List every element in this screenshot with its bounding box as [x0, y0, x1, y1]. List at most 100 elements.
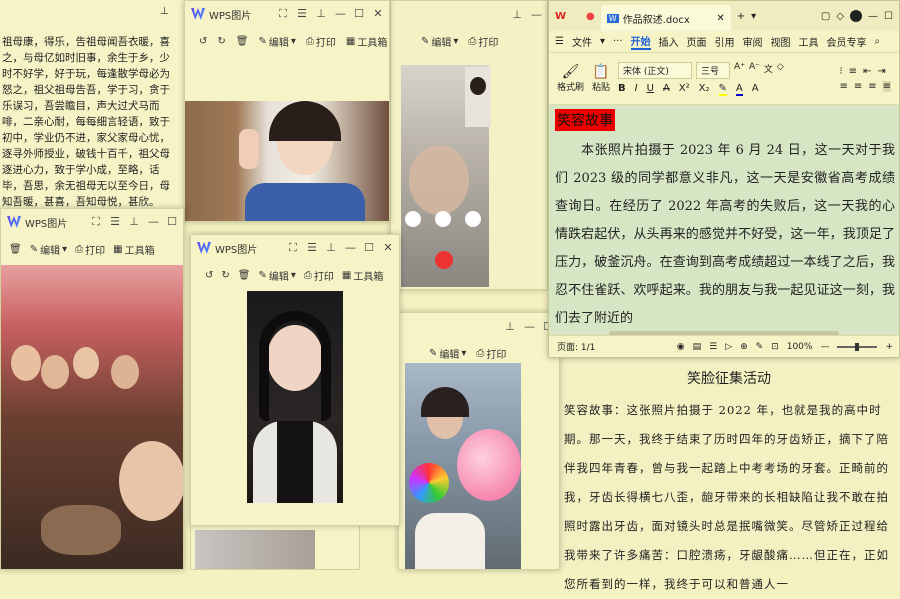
- zoom-level[interactable]: 100%: [787, 342, 813, 352]
- tab-references[interactable]: 引用: [715, 34, 735, 49]
- cube-icon[interactable]: ◇: [836, 11, 844, 22]
- layout-icon[interactable]: ▢: [821, 11, 830, 22]
- underline-icon[interactable]: U: [647, 83, 654, 96]
- bullets-icon[interactable]: ⁝: [839, 66, 842, 77]
- tab-view[interactable]: 视图: [771, 34, 791, 49]
- menu-icon[interactable]: ☰: [110, 215, 120, 229]
- clear-format-icon[interactable]: ◇: [777, 62, 784, 79]
- close-icon[interactable]: ✕: [373, 7, 383, 21]
- grow-font-icon[interactable]: A⁺: [734, 62, 745, 79]
- pen-icon[interactable]: ✎: [756, 342, 764, 352]
- fullscreen-icon[interactable]: ⛶: [91, 215, 101, 229]
- pin-icon[interactable]: ⊥: [129, 215, 139, 229]
- bold-icon[interactable]: B: [618, 83, 626, 96]
- camera-icon[interactable]: [465, 211, 481, 227]
- rotate-right-icon[interactable]: ↻: [217, 36, 225, 47]
- superscript-icon[interactable]: X²: [679, 83, 690, 96]
- font-color-icon[interactable]: A: [735, 83, 743, 96]
- tab-insert[interactable]: 插入: [659, 34, 679, 49]
- print-button[interactable]: ⎙ 打印: [476, 346, 506, 361]
- fullscreen-icon[interactable]: ⛶: [288, 241, 298, 255]
- outdent-icon[interactable]: ⇤: [863, 66, 871, 77]
- maximize-icon[interactable]: ☐: [364, 241, 374, 255]
- pin-icon[interactable]: ⊥: [316, 7, 326, 21]
- maximize-icon[interactable]: ☐: [354, 7, 364, 21]
- web-icon[interactable]: ⊕: [740, 342, 748, 352]
- hang-up-icon[interactable]: [435, 251, 453, 269]
- print-button[interactable]: ⎙ 打印: [304, 268, 334, 283]
- align-left-icon[interactable]: ≡: [839, 81, 847, 92]
- size-select[interactable]: 三号: [696, 61, 731, 79]
- print-button[interactable]: ⎙ 打印: [468, 34, 498, 49]
- tab-review[interactable]: 审阅: [743, 34, 763, 49]
- image-viewer-window-1[interactable]: WPS图片 ⛶ ☰ ⊥ — ☐ ✕ ↺ ↻ 🗑 ✎ 编辑 ▾ ⎙ 打印 ▦ 工具箱: [184, 0, 390, 222]
- format-painter-button[interactable]: 🖌 格式刷: [557, 64, 584, 93]
- menu-icon[interactable]: ☰: [297, 7, 307, 21]
- fullscreen-icon[interactable]: ⛶: [278, 7, 288, 21]
- pin-icon[interactable]: ⊥: [512, 8, 522, 21]
- edit-button[interactable]: ✎ 编辑 ▾: [30, 242, 67, 257]
- rotate-left-icon[interactable]: ↺: [205, 270, 213, 281]
- document-page[interactable]: 笑容故事 本张照片拍摄于 2023 年 6 月 24 日，这一天对于我们 202…: [549, 105, 899, 335]
- strikethrough-icon[interactable]: A: [663, 83, 670, 96]
- page-view-icon[interactable]: ▤: [693, 342, 702, 352]
- second-document[interactable]: 笑脸征集活动 笑容故事：这张照片拍摄于 2022 年，也就是我的高中时期。那一天…: [558, 358, 900, 591]
- pdf-icon[interactable]: ●: [586, 11, 595, 22]
- edit-button[interactable]: ✎ 编辑 ▾: [258, 34, 295, 49]
- toolbox-button[interactable]: ▦ 工具箱: [113, 242, 154, 257]
- tab-member[interactable]: 会员专享: [827, 34, 867, 49]
- file-menu[interactable]: 文件: [572, 34, 592, 49]
- zoom-slider[interactable]: [837, 342, 878, 351]
- print-button[interactable]: ⎙ 打印: [306, 34, 336, 49]
- font-select[interactable]: 宋体 (正文): [618, 61, 693, 79]
- highlight-icon[interactable]: ✎: [718, 83, 727, 96]
- tab-page[interactable]: 页面: [687, 34, 707, 49]
- minimize-icon[interactable]: —: [148, 215, 159, 229]
- chevron-down-icon[interactable]: ▾: [751, 11, 756, 22]
- outline-icon[interactable]: ☰: [709, 342, 717, 352]
- avatar[interactable]: [850, 10, 863, 22]
- align-center-icon[interactable]: ≡: [854, 81, 862, 92]
- phonetic-icon[interactable]: 文: [764, 62, 773, 79]
- rotate-right-icon[interactable]: ↻: [221, 270, 229, 281]
- print-button[interactable]: ⎙ 打印: [75, 242, 105, 257]
- image-viewer-window-5[interactable]: [190, 526, 360, 570]
- mute-icon[interactable]: [405, 211, 421, 227]
- play-icon[interactable]: ▷: [725, 342, 732, 352]
- paste-button[interactable]: 📋 粘贴: [592, 64, 610, 93]
- close-tab-icon[interactable]: ✕: [716, 13, 724, 24]
- delete-icon[interactable]: 🗑: [236, 36, 249, 47]
- shrink-font-icon[interactable]: A⁻: [749, 62, 760, 79]
- rotate-left-icon[interactable]: ↺: [199, 36, 207, 47]
- menu-icon[interactable]: ☰: [555, 36, 564, 47]
- subscript-icon[interactable]: X₂: [699, 83, 710, 96]
- search-icon[interactable]: ⌕: [875, 36, 881, 47]
- wps-home-icon[interactable]: W: [555, 11, 566, 22]
- image-viewer-window-3[interactable]: WPS图片 ⛶ ☰ ⊥ — ☐ ✕ ↺ ↻ 🗑 ✎ 编辑 ▾ ⎙ 打印 ▦ 工具箱: [190, 234, 400, 526]
- align-right-icon[interactable]: ≡: [868, 81, 876, 92]
- zoom-in-icon[interactable]: +: [885, 342, 893, 352]
- pin-icon[interactable]: ⊥: [505, 320, 515, 333]
- pin-icon[interactable]: ⊥: [160, 4, 169, 20]
- image-viewer-window-2[interactable]: WPS图片 ⛶ ☰ ⊥ — ☐ 🗑 ✎ 编辑 ▾ ⎙ 打印 ▦ 工具箱: [0, 208, 184, 570]
- pin-icon[interactable]: ⊥: [326, 241, 336, 255]
- minimize-icon[interactable]: —: [868, 11, 878, 22]
- edit-button[interactable]: ✎ 编辑 ▾: [421, 34, 458, 49]
- numbering-icon[interactable]: ≡: [849, 66, 857, 77]
- tab-home[interactable]: 开始: [630, 33, 651, 50]
- eye-icon[interactable]: ◉: [677, 342, 685, 352]
- justify-icon[interactable]: ≡: [882, 80, 891, 92]
- indent-icon[interactable]: ⇥: [877, 66, 885, 77]
- close-icon[interactable]: ✕: [383, 241, 393, 255]
- delete-icon[interactable]: 🗑: [238, 270, 251, 281]
- maximize-icon[interactable]: ☐: [167, 215, 177, 229]
- more-icon[interactable]: ···: [613, 36, 623, 47]
- new-tab-icon[interactable]: +: [737, 11, 745, 22]
- maximize-icon[interactable]: ☐: [884, 11, 893, 22]
- edit-button[interactable]: ✎ 编辑 ▾: [258, 268, 295, 283]
- wps-writer-window[interactable]: W ● W 作品叙述.docx ✕ + ▾ ▢ ◇ — ☐ ☰ 文件 ▾ ··· 开始 插入…: [548, 0, 900, 358]
- tab-tools[interactable]: 工具: [799, 34, 819, 49]
- zoom-out-icon[interactable]: —: [820, 342, 829, 352]
- minimize-icon[interactable]: —: [531, 8, 542, 21]
- image-viewer-window-4[interactable]: ⊥—☐ ✎编辑▾⎙打印: [398, 312, 560, 570]
